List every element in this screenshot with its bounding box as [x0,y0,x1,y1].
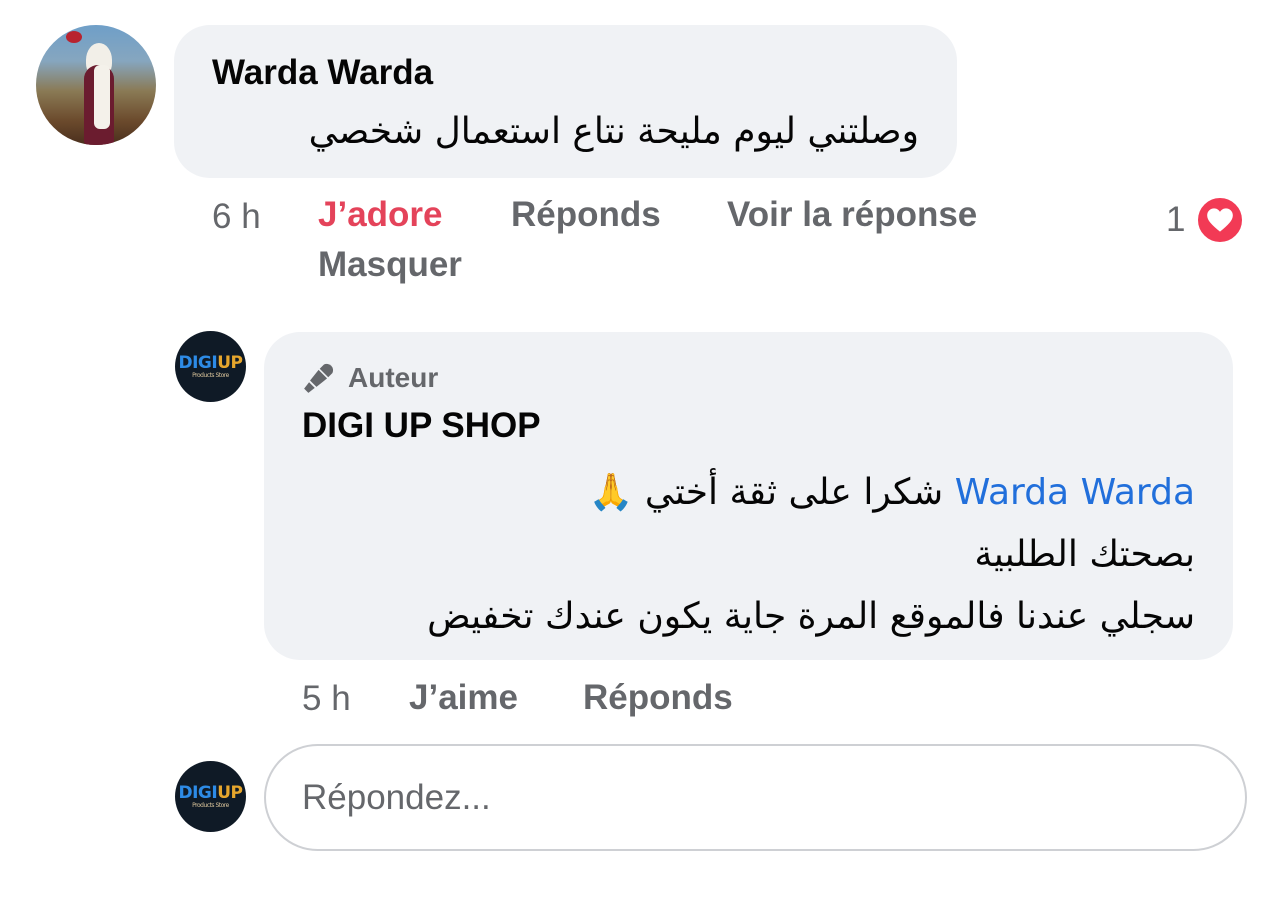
avatar-digi-up-shop[interactable]: DIGIUP Products Store [175,331,246,402]
reply-author[interactable]: DIGI UP SHOP [302,406,541,446]
microphone-icon [304,363,334,393]
reply-time[interactable]: 5 h [302,679,351,719]
reply-bubble: Auteur DIGI UP SHOP Warda Warda شكرا على… [264,332,1233,660]
digi-up-logo-small: DIGIUP Products Store [178,782,243,809]
hide-button[interactable]: Masquer [318,245,462,285]
reply-text: Warda Warda شكرا على ثقة أختي 🙏 بصحتك ال… [302,462,1195,648]
reaction-summary[interactable]: 1 [1166,195,1246,245]
reply-reply-button[interactable]: Réponds [583,678,733,718]
comment-text: وصلتني ليوم مليحة نتاع استعمال شخصي [308,111,919,152]
comment-time[interactable]: 6 h [212,197,261,237]
current-user-avatar[interactable]: DIGIUP Products Store [175,761,246,832]
reply-input[interactable]: Répondez... [264,744,1247,851]
view-reply-button[interactable]: Voir la réponse [727,195,977,235]
comment-thread: Warda Warda وصلتني ليوم مليحة نتاع استعم… [0,0,1284,903]
reply-line-3: سجلي عندنا فالموقع المرة جاية يكون عندك … [427,596,1195,637]
reply-button[interactable]: Réponds [511,195,661,235]
figure-scarf-shape [94,65,110,129]
digi-up-logo: DIGIUP Products Store [178,352,243,379]
heart-icon [1195,195,1246,245]
mention-link[interactable]: Warda Warda [955,472,1195,513]
comment-bubble: Warda Warda وصلتني ليوم مليحة نتاع استعم… [174,25,957,178]
reply-line-1: Warda Warda شكرا على ثقة أختي 🙏 [588,472,1195,513]
love-button[interactable]: J’adore [318,195,443,235]
reply-line-2: بصحتك الطلبية [974,534,1195,575]
author-badge: Auteur [302,361,438,395]
author-badge-label: Auteur [348,362,439,393]
flowers-shape [66,31,82,43]
like-button[interactable]: J’aime [409,678,518,718]
reaction-count: 1 [1166,200,1186,239]
reply-input-placeholder: Répondez... [302,777,491,817]
avatar-warda[interactable] [36,25,156,145]
comment-author[interactable]: Warda Warda [212,53,433,93]
